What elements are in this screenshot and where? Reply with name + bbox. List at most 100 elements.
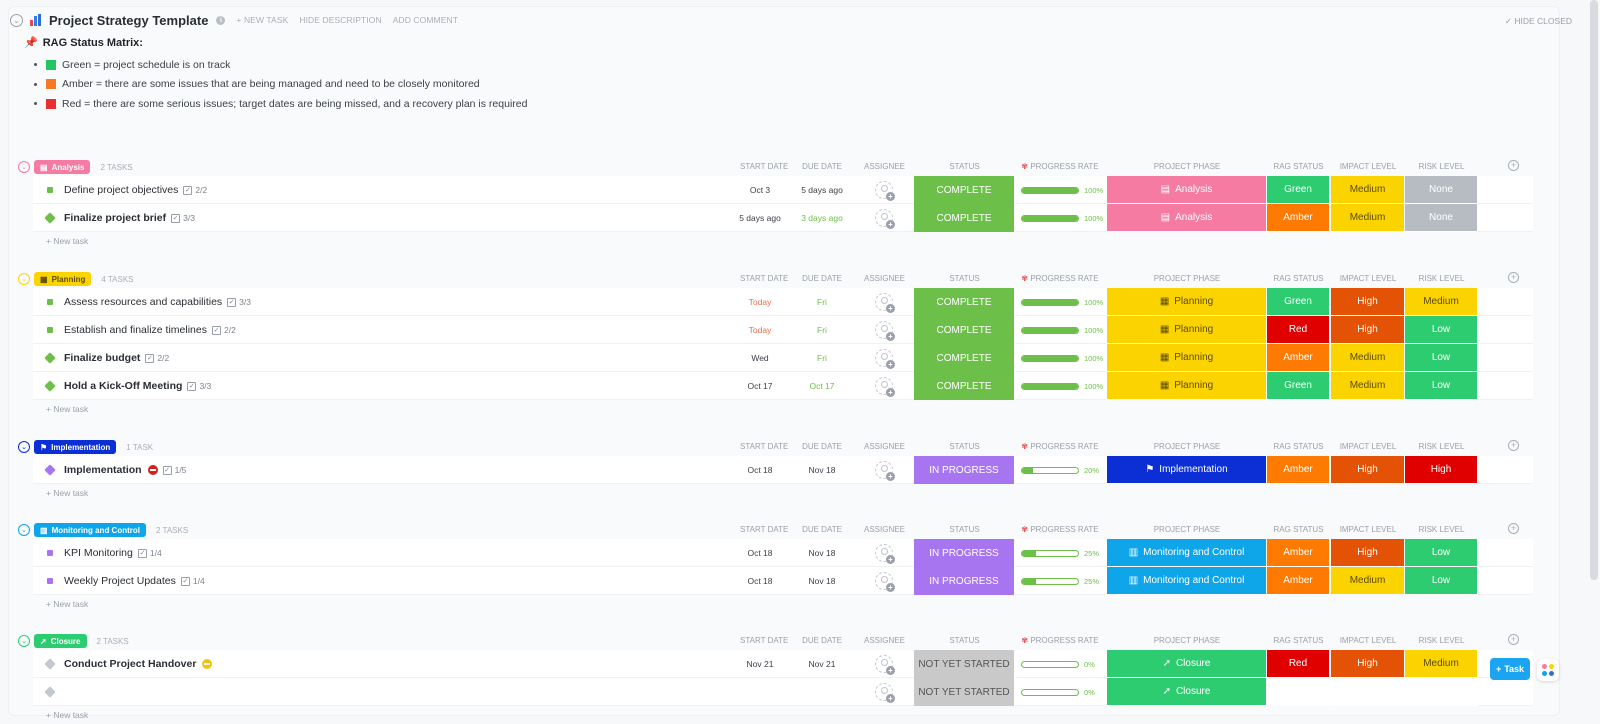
impact-level-cell[interactable]: High — [1331, 650, 1405, 678]
impact-level-cell[interactable]: Medium — [1331, 344, 1405, 372]
column-header-phase[interactable]: PROJECT PHASE — [1107, 636, 1267, 645]
assignee-cell[interactable] — [864, 288, 904, 316]
due-date[interactable]: Nov 21 — [801, 650, 843, 678]
column-header-rag[interactable]: RAG STATUS — [1267, 274, 1330, 283]
collapse-group-icon[interactable]: ⌄ — [18, 441, 30, 453]
impact-level-cell[interactable]: Medium — [1331, 567, 1405, 595]
collapse-list-icon[interactable]: ⌄ — [10, 13, 23, 27]
project-phase-cell[interactable]: ▥ Monitoring and Control — [1107, 567, 1267, 595]
add-assignee-icon[interactable] — [875, 683, 895, 703]
add-assignee-icon[interactable] — [875, 544, 895, 564]
add-assignee-icon[interactable] — [875, 572, 895, 592]
task-name[interactable]: Weekly Project Updates ✓ 1/4 — [64, 575, 205, 587]
column-header-status[interactable]: STATUS — [914, 525, 1015, 534]
impact-level-cell[interactable]: High — [1331, 288, 1405, 316]
task-name[interactable]: Finalize project brief ✓ 3/3 — [64, 212, 195, 224]
column-header-risk[interactable]: RISK LEVEL — [1405, 636, 1478, 645]
task-status-diamond-icon[interactable] — [44, 380, 56, 392]
column-header-phase[interactable]: PROJECT PHASE — [1107, 162, 1267, 171]
risk-level-cell[interactable]: None — [1405, 204, 1478, 232]
column-header-assignee[interactable]: ASSIGNEE — [864, 525, 905, 534]
checklist-indicator[interactable]: ✓ 2/2 — [212, 325, 236, 335]
task-row[interactable]: Establish and finalize timelines ✓ 2/2 Tod… — [33, 316, 1533, 344]
column-header-due[interactable]: DUE DATE — [801, 274, 843, 283]
due-date[interactable]: 3 days ago — [801, 204, 843, 232]
project-phase-cell[interactable]: ▥ Monitoring and Control — [1107, 539, 1267, 567]
column-header-status[interactable]: STATUS — [914, 274, 1015, 283]
rag-status-cell[interactable]: Amber — [1267, 204, 1330, 232]
task-name[interactable]: Define project objectives ✓ 2/2 — [64, 184, 207, 196]
status-badge[interactable]: IN PROGRESS — [914, 456, 1015, 484]
blocked-icon[interactable] — [147, 465, 158, 475]
project-phase-cell[interactable]: ⚑ Implementation — [1107, 456, 1267, 484]
checklist-indicator[interactable]: ✓ 1/4 — [137, 548, 162, 558]
project-phase-cell[interactable]: ▦ Planning — [1107, 316, 1267, 344]
impact-level-cell[interactable]: High — [1331, 539, 1405, 567]
due-date[interactable]: Nov 18 — [801, 456, 843, 484]
task-status-diamond-icon[interactable] — [44, 686, 56, 698]
task-status-diamond-icon[interactable] — [44, 212, 56, 224]
collapse-group-icon[interactable]: ⌄ — [18, 635, 30, 647]
project-phase-cell[interactable]: ▦ Planning — [1107, 372, 1267, 400]
column-header-start[interactable]: START DATE — [740, 636, 788, 645]
status-badge[interactable]: NOT YET STARTED — [914, 678, 1015, 706]
task-name[interactable]: Finalize budget ✓ 2/2 — [64, 352, 169, 364]
rag-status-cell[interactable]: Red — [1267, 650, 1330, 678]
start-date[interactable]: Wed — [740, 344, 780, 372]
column-header-assignee[interactable]: ASSIGNEE — [864, 442, 905, 451]
column-header-assignee[interactable]: ASSIGNEE — [864, 162, 905, 171]
status-badge[interactable]: COMPLETE — [914, 176, 1015, 204]
assignee-cell[interactable] — [864, 344, 904, 372]
column-header-status[interactable]: STATUS — [914, 442, 1015, 451]
risk-level-cell[interactable]: High — [1405, 456, 1478, 484]
add-comment-link[interactable]: ADD COMMENT — [393, 15, 458, 25]
column-header-impact[interactable]: IMPACT LEVEL — [1331, 636, 1405, 645]
task-row[interactable]: KPI Monitoring ✓1/4 Oct 18 Nov 18 IN PROG… — [33, 539, 1533, 567]
start-date[interactable]: Nov 21 — [740, 650, 780, 678]
project-phase-cell[interactable]: ➚ Closure — [1107, 650, 1267, 678]
rag-status-cell[interactable]: Green — [1267, 176, 1330, 204]
assignee-cell[interactable] — [864, 650, 904, 678]
due-date[interactable]: Oct 17 — [801, 372, 843, 400]
due-date[interactable]: Fri — [801, 288, 843, 316]
assignee-cell[interactable] — [864, 176, 904, 204]
risk-level-cell[interactable]: Medium — [1405, 288, 1478, 316]
task-row[interactable]: Hold a Kick-Off Meeting ✓ 3/3 Oct 17 Oct 1… — [33, 372, 1533, 400]
task-row[interactable]: Finalize project brief ✓ 3/3 5 days ago 3 … — [33, 204, 1533, 232]
add-assignee-icon[interactable] — [875, 377, 895, 397]
risk-level-cell[interactable] — [1405, 678, 1478, 706]
column-header-progress[interactable]: ✾ PROGRESS RATE — [1016, 525, 1104, 534]
add-assignee-icon[interactable] — [875, 321, 895, 341]
checklist-indicator[interactable]: ✓ 1/4 — [180, 576, 205, 586]
group-badge[interactable]: ▦ Planning — [34, 272, 92, 286]
status-badge[interactable]: IN PROGRESS — [914, 539, 1015, 567]
start-date[interactable]: Oct 3 — [740, 176, 780, 204]
column-header-phase[interactable]: PROJECT PHASE — [1107, 525, 1267, 534]
column-header-progress[interactable]: ✾ PROGRESS RATE — [1016, 636, 1104, 645]
rag-status-cell[interactable] — [1267, 678, 1330, 706]
task-status-square-icon[interactable] — [47, 299, 53, 305]
impact-level-cell[interactable] — [1331, 678, 1405, 706]
hide-description-link[interactable]: HIDE DESCRIPTION — [299, 15, 381, 25]
impact-level-cell[interactable]: Medium — [1331, 204, 1405, 232]
project-phase-cell[interactable]: ▦ Planning — [1107, 344, 1267, 372]
column-header-assignee[interactable]: ASSIGNEE — [864, 274, 905, 283]
apps-icon[interactable] — [1537, 659, 1559, 681]
start-date[interactable]: Today — [740, 288, 780, 316]
start-date[interactable]: Oct 18 — [740, 456, 780, 484]
column-header-progress[interactable]: ✾ PROGRESS RATE — [1016, 162, 1104, 171]
column-header-start[interactable]: START DATE — [740, 274, 788, 283]
impact-level-cell[interactable]: High — [1331, 456, 1405, 484]
new-task-link[interactable]: + NEW TASK — [236, 15, 288, 25]
task-status-diamond-icon[interactable] — [44, 658, 56, 670]
risk-level-cell[interactable]: None — [1405, 176, 1478, 204]
checklist-indicator[interactable]: ✓ 3/3 — [227, 297, 251, 307]
column-header-assignee[interactable]: ASSIGNEE — [864, 636, 905, 645]
task-row[interactable]: Finalize budget ✓2/2 Wed Fri COMPLETE 100… — [33, 344, 1533, 372]
new-task-button[interactable]: + New task — [46, 595, 1538, 613]
assignee-cell[interactable] — [864, 456, 904, 484]
impact-level-cell[interactable]: High — [1331, 316, 1405, 344]
column-header-impact[interactable]: IMPACT LEVEL — [1331, 162, 1405, 171]
add-task-button[interactable]: + Task — [1490, 658, 1530, 680]
due-date[interactable]: Fri — [801, 316, 843, 344]
